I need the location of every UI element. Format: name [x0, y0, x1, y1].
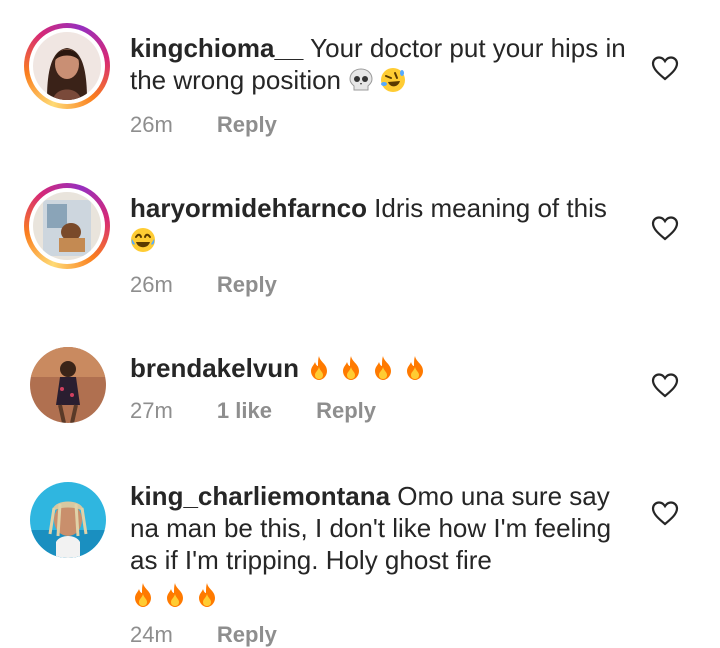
avatar-story-ring[interactable]: [24, 23, 110, 109]
heart-outline-icon[interactable]: [651, 215, 679, 241]
fire-emoji-icon: [375, 356, 392, 380]
avatar: [33, 32, 101, 100]
fire-emoji-icon: [407, 356, 424, 380]
comment-item: king_charliemontana Omo una sure say na …: [0, 470, 720, 647]
comment-body: Idris meaning of this: [366, 193, 607, 223]
comment-text: brendakelvun: [130, 352, 630, 384]
comment-username[interactable]: brendakelvun: [130, 353, 299, 383]
comment-meta: 26m Reply: [130, 112, 277, 138]
comment-time: 24m: [130, 622, 173, 647]
comment-meta: 27m 1 like Reply: [130, 398, 376, 424]
heart-outline-icon[interactable]: [651, 500, 679, 526]
heart-outline-icon[interactable]: [651, 55, 679, 81]
comment-username[interactable]: haryormidehfarnco: [130, 193, 367, 223]
comment-username[interactable]: kingchioma__: [130, 33, 303, 63]
avatar[interactable]: [30, 347, 106, 423]
fire-emoji-icon: [343, 356, 360, 380]
comment-text: kingchioma__ Your doctor put your hips i…: [130, 32, 630, 96]
likes-count[interactable]: 1 like: [217, 398, 272, 424]
comment-time: 27m: [130, 398, 173, 423]
comment-meta: 24m Reply: [130, 622, 277, 648]
reply-button[interactable]: Reply: [217, 112, 277, 138]
fire-emoji-icon: [167, 583, 183, 607]
comment-item: kingchioma__ Your doctor put your hips i…: [0, 0, 720, 160]
fire-emoji-icon: [199, 583, 215, 607]
comment-item: haryormidehfarnco Idris meaning of this …: [0, 160, 720, 320]
comment-text: king_charliemontana Omo una sure say na …: [130, 480, 630, 611]
skull-emoji-icon: [349, 68, 373, 91]
comment-meta: 26m Reply: [130, 272, 277, 298]
heart-outline-icon[interactable]: [651, 372, 679, 398]
fire-emoji-icon: [135, 583, 151, 607]
rolling-laughing-emoji-icon: [381, 68, 406, 92]
comment-body: [299, 353, 306, 383]
tears-of-joy-emoji-icon: [131, 228, 155, 252]
reply-button[interactable]: Reply: [316, 398, 376, 424]
avatar-story-ring[interactable]: [24, 183, 110, 269]
comment-time: 26m: [130, 112, 173, 137]
reply-button[interactable]: Reply: [217, 622, 277, 648]
avatar[interactable]: [30, 482, 106, 558]
reply-button[interactable]: Reply: [217, 272, 277, 298]
comment-username[interactable]: king_charliemontana: [130, 481, 390, 511]
avatar: [33, 192, 101, 260]
fire-emoji-icon: [311, 356, 328, 380]
comment-time: 26m: [130, 272, 173, 297]
comment-item: brendakelvun 27m 1 like Reply: [0, 320, 720, 470]
comment-text: haryormidehfarnco Idris meaning of this: [130, 192, 630, 256]
